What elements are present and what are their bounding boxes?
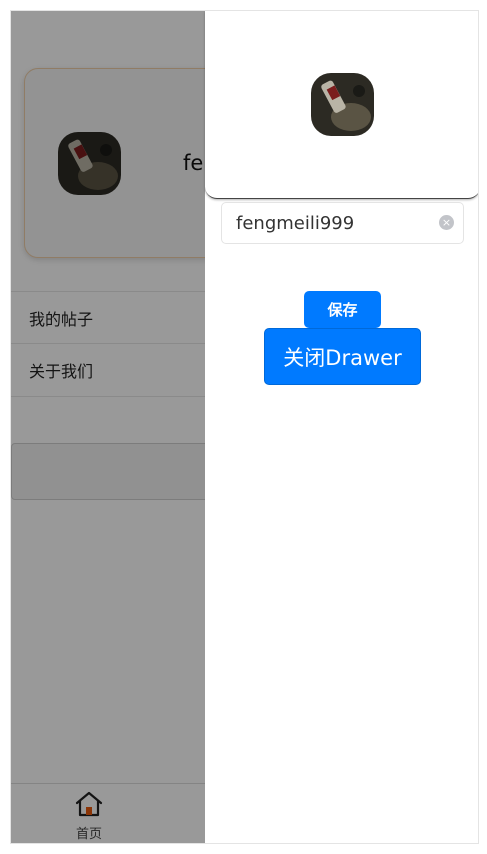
nickname-input[interactable] [222,203,432,243]
clear-icon[interactable]: × [439,215,454,230]
drawer-avatar[interactable] [311,73,374,136]
drawer: × 保存 关闭Drawer [205,11,478,843]
save-button[interactable]: 保存 [304,291,381,328]
close-drawer-button[interactable]: 关闭Drawer [264,328,421,385]
drawer-header [205,11,478,199]
nickname-field: × [221,202,464,244]
phone-frame: 轮 fe 我的帖子 关于我们 退 [10,10,479,844]
